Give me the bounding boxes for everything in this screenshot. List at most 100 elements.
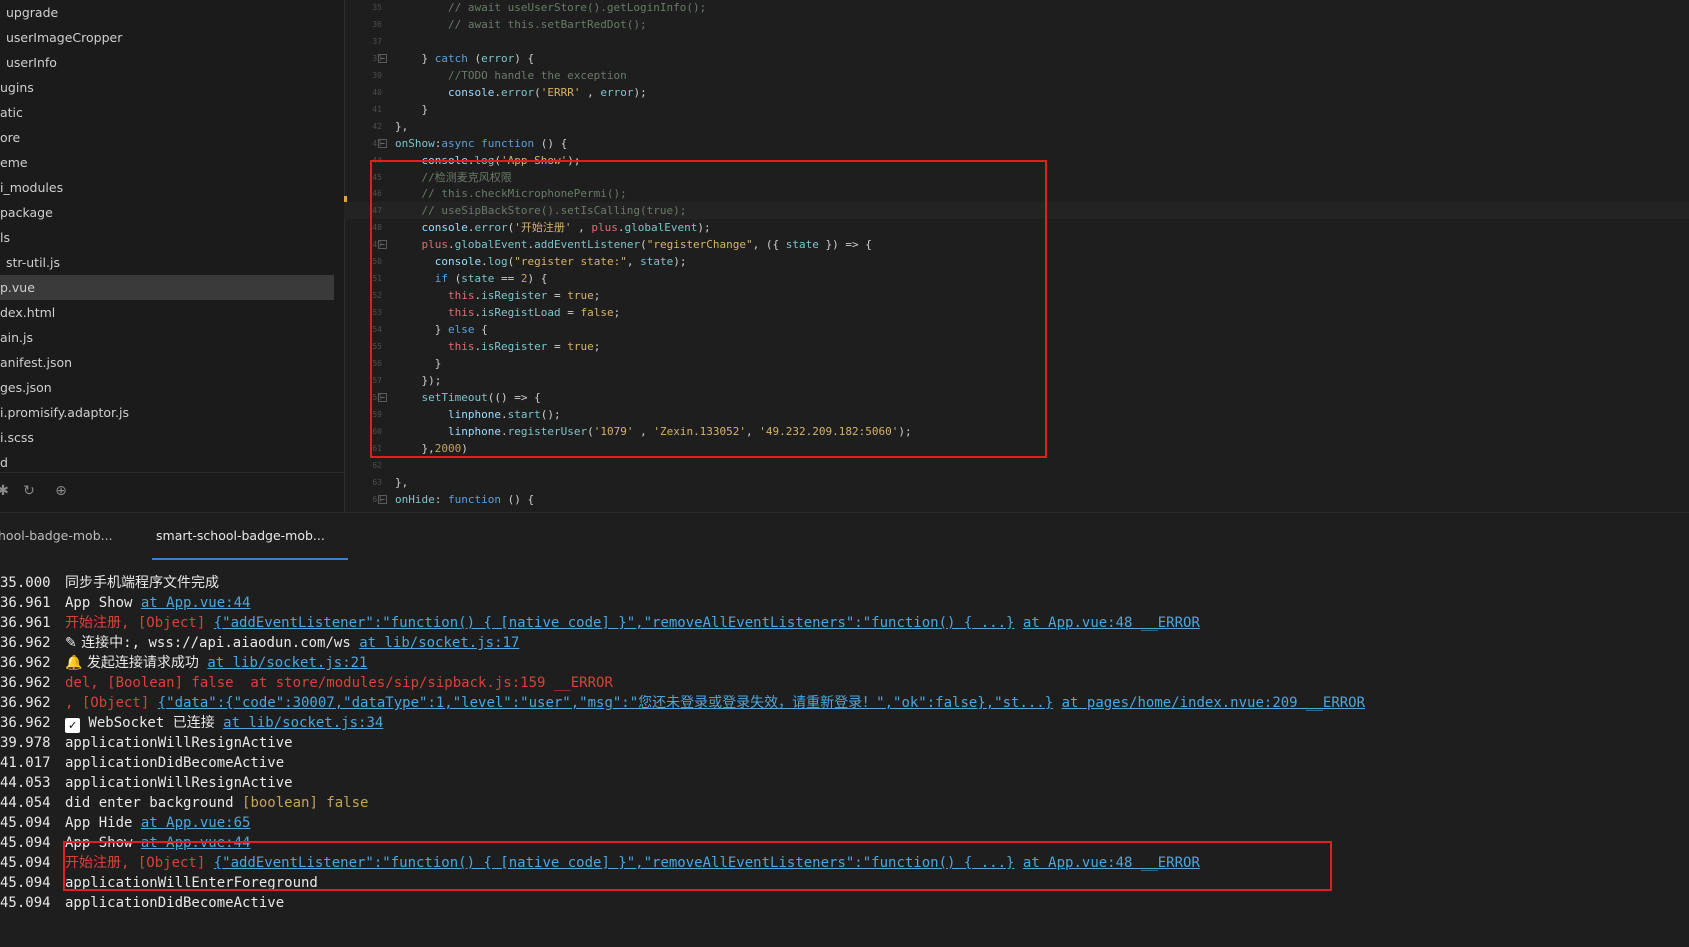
code-line[interactable]: 53 this.isRegistLoad = false; — [344, 304, 1689, 321]
log-link[interactable]: at App.vue:44 — [141, 835, 251, 851]
fold-toggle-icon[interactable]: − — [378, 53, 387, 63]
file-tree-item-label: str-util.js — [6, 255, 60, 270]
code-line[interactable]: 57 }); — [344, 372, 1689, 389]
code-line[interactable]: 63}, — [344, 474, 1689, 491]
fold-toggle-icon[interactable]: − — [378, 494, 387, 504]
file-tree-item[interactable]: atic — [0, 100, 344, 125]
log-entry: 45.094 开始注册, [Object] {"addEventListener"… — [0, 853, 1689, 873]
code-line[interactable]: 45 //检测麦克风权限 — [344, 169, 1689, 186]
code-line[interactable]: 56 } — [344, 355, 1689, 372]
log-link[interactable]: {"data":{"code":30007,"dataType":1,"leve… — [158, 695, 1053, 711]
code-text: onHide: function () { — [395, 492, 535, 506]
fold-toggle-icon[interactable]: − — [378, 138, 387, 148]
code-line[interactable]: 42}, — [344, 118, 1689, 135]
code-line[interactable]: 35 // await useUserStore().getLoginInfo(… — [344, 0, 1689, 16]
file-tree-item-label: package — [0, 205, 53, 220]
log-timestamp: 36.962 — [0, 675, 51, 691]
file-tree-item[interactable]: anifest.json — [0, 350, 344, 375]
code-editor[interactable]: 35 // await useUserStore().getLoginInfo(… — [344, 0, 1689, 512]
file-tree-item-label: ugins — [0, 80, 34, 95]
console-tabs: hool-badge-mob... smart-school-badge-mob.… — [0, 513, 1689, 559]
file-tree-item[interactable]: p.vue — [0, 275, 334, 300]
code-line[interactable]: 38− } catch (error) { — [344, 50, 1689, 67]
file-tree-item-label: ore — [0, 130, 21, 145]
code-line[interactable]: 61 },2000) — [344, 440, 1689, 457]
code-line[interactable]: 37 — [344, 33, 1689, 50]
log-link[interactable]: at lib/socket.js:17 — [359, 635, 519, 651]
console-tab[interactable]: smart-school-badge-mob... — [156, 523, 325, 549]
code-line[interactable]: 49− plus.globalEvent.addEventListener("r… — [344, 236, 1689, 253]
code-line[interactable]: 52 this.isRegister = true; — [344, 287, 1689, 304]
fold-toggle-icon[interactable]: − — [378, 392, 387, 402]
log-entry: 44.053 applicationWillResignActive — [0, 773, 1689, 793]
file-tree-item[interactable]: eme — [0, 150, 344, 175]
file-tree-item[interactable]: i_modules — [0, 175, 344, 200]
file-tree-item-label: userImageCropper — [6, 30, 123, 45]
file-tree-item-label: atic — [0, 105, 23, 120]
refresh-icon[interactable]: ↻ — [20, 482, 38, 500]
log-link[interactable]: at pages/home/index.nvue:209 __ERROR — [1062, 695, 1365, 711]
line-number: 45 — [372, 172, 382, 182]
file-tree-item[interactable]: userInfo — [0, 50, 344, 75]
log-link[interactable]: at lib/socket.js:34 — [223, 715, 383, 731]
sidebar-divider — [0, 472, 344, 473]
log-entry: 36.962 ✎ 连接中:, wss://api.aiaodun.com/ws a… — [0, 633, 1689, 653]
code-text: console.error('开始注册' , plus.globalEvent)… — [421, 221, 711, 235]
code-line[interactable]: 59 linphone.start(); — [344, 406, 1689, 423]
file-tree-item[interactable]: userImageCropper — [0, 25, 344, 50]
code-line[interactable]: 64− onHide: function () { — [344, 491, 1689, 508]
file-tree-item[interactable]: upgrade — [0, 0, 344, 25]
code-line[interactable]: 50 console.log("register state:", state)… — [344, 253, 1689, 270]
code-line[interactable]: 48 console.error('开始注册' , plus.globalEve… — [344, 219, 1689, 236]
line-number: 53 — [372, 308, 382, 318]
code-line[interactable]: 40 console.error('ERRR' , error); — [344, 84, 1689, 101]
code-line[interactable]: 55 this.isRegister = true; — [344, 338, 1689, 355]
line-number: 50 — [372, 257, 382, 267]
code-line[interactable]: 51 if (state == 2) { — [344, 270, 1689, 287]
code-text: // await this.setBartRedDot(); — [395, 17, 647, 31]
file-tree-item[interactable]: ugins — [0, 75, 344, 100]
file-tree-item[interactable]: dex.html — [0, 300, 344, 325]
wrench-icon[interactable]: ✱ — [0, 482, 12, 500]
code-line[interactable]: 39 //TODO handle the exception — [344, 67, 1689, 84]
file-tree-item-label: p.vue — [0, 280, 35, 295]
log-link[interactable]: {"addEventListener":"function() { [nativ… — [214, 855, 1015, 871]
file-tree-item[interactable]: ges.json — [0, 375, 344, 400]
file-tree-item[interactable]: ls — [0, 225, 344, 250]
code-text: linphone.start(); — [447, 407, 561, 421]
code-line[interactable]: 60 linphone.registerUser('1079' , 'Zexin… — [344, 423, 1689, 440]
code-line[interactable]: 54 } else { — [344, 321, 1689, 338]
code-line[interactable]: 62 — [344, 457, 1689, 474]
file-tree-item[interactable]: i.scss — [0, 425, 344, 450]
code-line[interactable]: 47 // useSipBackStore().setIsCalling(tru… — [344, 202, 1689, 220]
file-tree-item[interactable]: i.promisify.adaptor.js — [0, 400, 344, 425]
code-line[interactable]: 43− onShow:async function () { — [344, 135, 1689, 152]
log-timestamp: 36.962 — [0, 695, 51, 711]
code-line[interactable]: 58− setTimeout(() => { — [344, 389, 1689, 406]
code-line[interactable]: 46 // this.checkMicrophonePermi(); — [344, 185, 1689, 202]
console-tab[interactable]: hool-badge-mob... — [0, 523, 113, 549]
globe-icon[interactable]: ⊕ — [52, 482, 70, 500]
log-link[interactable]: {"addEventListener":"function() { [nativ… — [214, 615, 1015, 631]
log-timestamp: 44.054 — [0, 795, 51, 811]
code-line[interactable]: 44 console.log('App Show'); — [344, 152, 1689, 169]
file-tree-item[interactable]: ore — [0, 125, 344, 150]
log-link[interactable]: at App.vue:48 __ERROR — [1023, 855, 1200, 871]
log-error-text: 开始注册, [Object] — [65, 615, 214, 631]
code-line[interactable]: 36 // await this.setBartRedDot(); — [344, 16, 1689, 33]
fold-toggle-icon[interactable]: − — [378, 240, 387, 250]
log-timestamp: 45.094 — [0, 815, 51, 831]
log-link[interactable]: at App.vue:44 — [141, 595, 251, 611]
code-text: console.log("register state:", state); — [434, 255, 687, 269]
file-tree-item-label: i_modules — [0, 180, 64, 195]
code-text: if (state == 2) { — [434, 272, 548, 286]
file-tree-item[interactable]: package — [0, 200, 344, 225]
log-link[interactable]: at lib/socket.js:21 — [207, 655, 367, 671]
line-number: 55 — [372, 342, 382, 351]
log-text: 连接中:, wss://api.aiaodun.com/ws — [81, 635, 360, 651]
code-line[interactable]: 41 } — [344, 101, 1689, 118]
file-tree-item[interactable]: str-util.js — [0, 250, 344, 275]
log-link[interactable]: at App.vue:65 — [141, 815, 251, 831]
file-tree-item[interactable]: ain.js — [0, 325, 344, 350]
log-link[interactable]: at App.vue:48 __ERROR — [1023, 615, 1200, 631]
